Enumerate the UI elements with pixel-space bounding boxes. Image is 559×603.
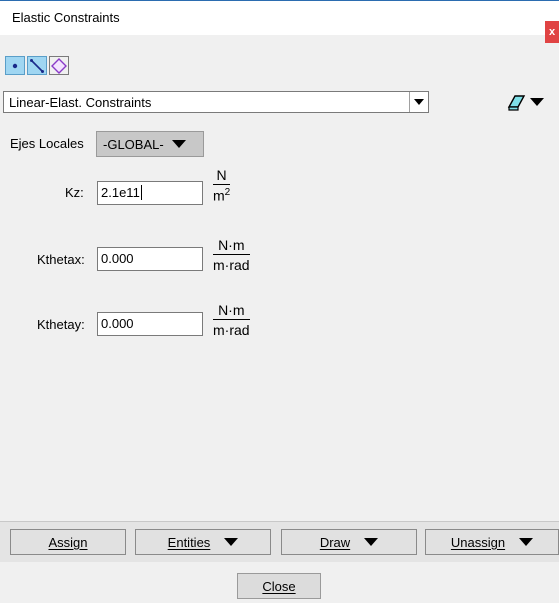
entities-button[interactable]: Entities [135, 529, 271, 555]
kz-input[interactable]: 2.1e11 [97, 181, 203, 205]
kthetay-unit-denominator: m·rad [213, 322, 250, 338]
chevron-down-icon [224, 538, 239, 546]
condition-select[interactable]: Linear-Elast. Constraints [3, 91, 429, 113]
condition-select-arrow[interactable] [409, 92, 428, 112]
kz-unit-denominator: m2 [213, 187, 230, 204]
line-icon [30, 58, 44, 73]
kthetay-value: 0.000 [101, 316, 134, 331]
unassign-button[interactable]: Unassign [425, 529, 559, 555]
kthetax-unit-denominator: m·rad [213, 257, 250, 273]
kthetax-unit-numerator: N·m [218, 237, 245, 253]
unassign-button-label: Unassign [450, 534, 506, 550]
condition-select-value: Linear-Elast. Constraints [9, 95, 152, 110]
fraction-bar [213, 254, 250, 255]
draw-button-label: Draw [319, 534, 351, 550]
point-icon [12, 63, 18, 68]
surface-icon [51, 57, 67, 74]
eraser-icon [507, 95, 526, 111]
fraction-bar [213, 319, 250, 320]
kz-unit: N m2 [213, 167, 231, 204]
window-close-icon[interactable]: x [545, 21, 559, 43]
chevron-down-icon [364, 538, 379, 546]
chevron-down-icon [171, 140, 186, 148]
draw-button[interactable]: Draw [281, 529, 417, 555]
local-axes-label: Ejes Locales [10, 136, 84, 151]
entities-button-label: Entities [167, 534, 211, 550]
elastic-constraints-window: Elastic Constraints x Linear-Elast. Cons… [0, 0, 559, 603]
local-axes-value: -GLOBAL- [103, 136, 164, 152]
kthetay-unit: N·m m·rad [213, 302, 250, 338]
chevron-down-icon [519, 538, 534, 546]
kz-unit-den-exponent: 2 [224, 187, 231, 198]
surface-mode-button[interactable] [49, 56, 69, 75]
kz-unit-den-base: m [213, 187, 225, 204]
window-title: Elastic Constraints [12, 10, 120, 25]
chevron-down-icon [530, 98, 544, 106]
line-mode-button[interactable] [27, 56, 47, 75]
kthetax-label: Kthetax: [37, 252, 85, 267]
kthetax-unit: N·m m·rad [213, 237, 250, 273]
kthetax-input[interactable]: 0.000 [97, 247, 203, 271]
action-bar: Assign Entities Draw Unassign [0, 521, 559, 562]
kthetay-input[interactable]: 0.000 [97, 312, 203, 336]
assign-button[interactable]: Assign [10, 529, 126, 555]
fraction-bar [213, 184, 231, 185]
kz-label: Kz: [65, 185, 84, 200]
kz-unit-numerator: N [216, 167, 227, 183]
close-button[interactable]: Close [237, 573, 321, 599]
close-button-label: Close [262, 578, 296, 594]
text-caret [140, 185, 142, 200]
kthetax-value: 0.000 [101, 251, 134, 266]
kthetay-label: Kthetay: [37, 317, 85, 332]
chevron-down-icon [414, 99, 424, 105]
point-mode-button[interactable] [5, 56, 25, 75]
title-bar: Elastic Constraints x [0, 1, 559, 43]
kz-value: 2.1e11 [101, 185, 140, 200]
layer-menu-button[interactable] [506, 91, 556, 113]
local-axes-menubutton[interactable]: -GLOBAL- [96, 131, 204, 157]
entity-mode-toolbar [5, 56, 69, 75]
assign-button-label: Assign [48, 534, 88, 550]
kthetay-unit-numerator: N·m [218, 302, 245, 318]
